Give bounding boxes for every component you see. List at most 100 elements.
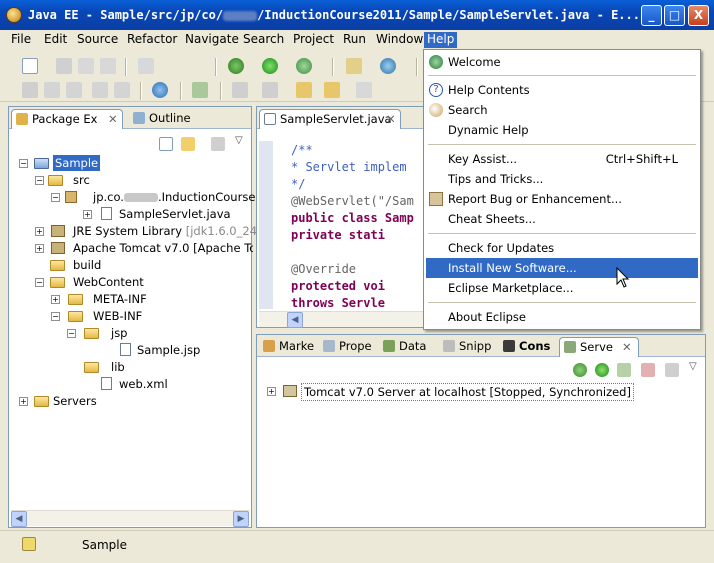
menu-source[interactable]: Source bbox=[74, 32, 121, 48]
web-service-icon[interactable] bbox=[192, 82, 208, 98]
menu-item-eclipse-marketplace[interactable]: Eclipse Marketplace... bbox=[426, 278, 698, 298]
open-type-icon[interactable] bbox=[138, 58, 154, 74]
bottom-tabs: Marke Prope Data Snipp Cons Serve ✕ bbox=[257, 335, 705, 357]
tab-sampleservlet-java[interactable]: SampleServlet.java ✕ bbox=[259, 109, 401, 129]
folder-icon bbox=[84, 362, 99, 373]
save-all-icon[interactable] bbox=[78, 58, 94, 74]
collapse-all-icon[interactable] bbox=[159, 137, 173, 151]
last-edit-icon[interactable] bbox=[296, 82, 312, 98]
code-line: protected voi bbox=[291, 279, 385, 293]
chevron-down-icon[interactable]: ▽ bbox=[689, 361, 697, 372]
save-icon[interactable] bbox=[56, 58, 72, 74]
link-with-editor-icon[interactable] bbox=[181, 137, 195, 151]
new-server-icon[interactable] bbox=[346, 58, 362, 74]
outline-icon bbox=[133, 112, 145, 124]
menu-item-dynamic-help[interactable]: Dynamic Help bbox=[426, 120, 698, 140]
next-annotation-icon[interactable] bbox=[232, 82, 248, 98]
menu-refactor[interactable]: Refactor bbox=[124, 32, 180, 48]
folder-icon bbox=[68, 311, 83, 322]
menu-run[interactable]: Run bbox=[340, 32, 369, 48]
mark-occurrences-icon[interactable] bbox=[114, 82, 130, 98]
tree-item-webcontent[interactable]: − WebContent bbox=[17, 274, 247, 291]
tree-item-servers[interactable]: + Servers bbox=[17, 393, 247, 410]
window-title: Java EE - Sample/src/jp/co//InductionCou… bbox=[28, 8, 640, 22]
tab-servers[interactable]: Serve ✕ bbox=[559, 337, 639, 357]
tree-item-jsp[interactable]: − jsp bbox=[17, 325, 247, 342]
mark-icon[interactable] bbox=[66, 82, 82, 98]
toggle-icon[interactable] bbox=[92, 82, 108, 98]
menu-window[interactable]: Window bbox=[373, 32, 426, 48]
tree-item-lib[interactable]: lib bbox=[17, 359, 247, 376]
tree-item-sample[interactable]: − Sample bbox=[17, 155, 247, 172]
tab-close-icon[interactable]: ✕ bbox=[108, 110, 118, 128]
tree-item-sample-jsp[interactable]: Sample.jsp bbox=[17, 342, 247, 359]
tab-close-icon[interactable]: ✕ bbox=[386, 110, 396, 128]
menu-item-install-new-software[interactable]: Install New Software... bbox=[426, 258, 698, 278]
menu-item-report-bug[interactable]: Report Bug or Enhancement... bbox=[426, 189, 698, 209]
tab-close-icon[interactable]: ✕ bbox=[622, 338, 632, 356]
previous-annotation-icon[interactable] bbox=[262, 82, 278, 98]
view-menu-icon[interactable] bbox=[211, 137, 225, 151]
tree-item-jre[interactable]: + JRE System Library [jdk1.6.0_24] bbox=[17, 223, 262, 240]
menu-project[interactable]: Project bbox=[290, 32, 337, 48]
maximize-button[interactable]: □ bbox=[664, 5, 685, 26]
folder-icon bbox=[50, 277, 65, 288]
new-icon[interactable] bbox=[22, 58, 38, 74]
tab-snippets[interactable]: Snipp bbox=[439, 337, 497, 357]
menu-item-help-contents[interactable]: ? Help Contents bbox=[426, 80, 698, 100]
menu-item-check-for-updates[interactable]: Check for Updates bbox=[426, 238, 698, 258]
tree-item-src[interactable]: − src bbox=[17, 172, 247, 189]
tree-item-sampleservlet[interactable]: + SampleServlet.java bbox=[17, 206, 247, 223]
horizontal-scrollbar[interactable]: ◀ ▶ bbox=[11, 510, 249, 527]
task-icon[interactable] bbox=[44, 82, 60, 98]
publish-icon[interactable] bbox=[665, 363, 679, 377]
console-icon bbox=[503, 340, 515, 352]
scroll-left-icon[interactable]: ◀ bbox=[11, 511, 27, 527]
tree-item-tomcat-lib[interactable]: + Apache Tomcat v7.0 [Apache Tomc bbox=[17, 240, 253, 257]
menu-file[interactable]: File bbox=[8, 32, 34, 48]
debug-server-icon[interactable] bbox=[573, 363, 587, 377]
server-row[interactable]: + Tomcat v7.0 Server at localhost [Stopp… bbox=[265, 383, 685, 401]
menu-item-cheat-sheets[interactable]: Cheat Sheets... bbox=[426, 209, 698, 229]
menu-item-key-assist[interactable]: Key Assist... Ctrl+Shift+L bbox=[426, 149, 698, 169]
profile-server-icon[interactable] bbox=[617, 363, 631, 377]
tree-item-package[interactable]: − jp.co. .InductionCourse201 bbox=[17, 189, 277, 206]
scroll-right-icon[interactable]: ▶ bbox=[233, 511, 249, 527]
back-icon[interactable] bbox=[324, 82, 340, 98]
tab-data[interactable]: Data bbox=[379, 337, 437, 357]
run-icon[interactable] bbox=[262, 58, 278, 74]
new-java-class-icon[interactable] bbox=[380, 58, 396, 74]
forward-icon[interactable] bbox=[356, 82, 372, 98]
tree-item-build[interactable]: build bbox=[17, 257, 247, 274]
chevron-down-icon[interactable]: ▽ bbox=[235, 135, 243, 146]
tab-markers[interactable]: Marke bbox=[259, 337, 317, 357]
minimize-button[interactable]: _ bbox=[641, 5, 662, 26]
close-button[interactable]: X bbox=[688, 5, 709, 26]
print-icon[interactable] bbox=[100, 58, 116, 74]
tree-item-meta-inf[interactable]: + META-INF bbox=[17, 291, 247, 308]
scroll-left-icon[interactable]: ◀ bbox=[287, 312, 303, 328]
search-tool-icon[interactable] bbox=[22, 82, 38, 98]
menu-edit[interactable]: Edit bbox=[41, 32, 70, 48]
globe-icon[interactable] bbox=[152, 82, 168, 98]
menu-item-tips-and-tricks[interactable]: Tips and Tricks... bbox=[426, 169, 698, 189]
tree-item-web-xml[interactable]: web.xml bbox=[17, 376, 247, 393]
menu-search[interactable]: Search bbox=[240, 32, 287, 48]
menu-item-search[interactable]: Search bbox=[426, 100, 698, 120]
stop-server-icon[interactable] bbox=[641, 363, 655, 377]
fast-view-icon[interactable] bbox=[22, 537, 36, 551]
tab-console[interactable]: Cons bbox=[499, 337, 557, 357]
package-icon bbox=[65, 191, 77, 203]
menu-navigate[interactable]: Navigate bbox=[182, 32, 242, 48]
tab-properties[interactable]: Prope bbox=[319, 337, 379, 357]
start-server-icon[interactable] bbox=[595, 363, 609, 377]
external-tools-icon[interactable] bbox=[296, 58, 312, 74]
menu-item-welcome[interactable]: Welcome bbox=[426, 52, 698, 72]
menu-item-about-eclipse[interactable]: About Eclipse bbox=[426, 307, 698, 327]
tab-outline[interactable]: Outline bbox=[129, 109, 209, 129]
tree-item-web-inf[interactable]: − WEB-INF bbox=[17, 308, 247, 325]
menu-help[interactable]: Help bbox=[424, 32, 458, 48]
debug-icon[interactable] bbox=[228, 58, 244, 74]
tab-package-explorer[interactable]: Package Ex ✕ bbox=[11, 109, 123, 129]
editor-horizontal-scrollbar[interactable]: ◀ bbox=[259, 311, 425, 328]
